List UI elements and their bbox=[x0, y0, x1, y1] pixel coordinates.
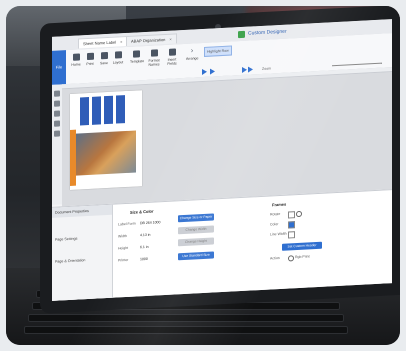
close-icon[interactable]: × bbox=[120, 39, 122, 44]
pointer-icon[interactable] bbox=[54, 90, 60, 97]
label-design[interactable] bbox=[70, 90, 142, 190]
play-icon[interactable] bbox=[242, 66, 247, 73]
width-label: Width bbox=[118, 233, 127, 239]
label-photo[interactable] bbox=[76, 130, 136, 176]
home-label: Home bbox=[71, 62, 81, 67]
change-size-button[interactable]: Change Size or Paper bbox=[178, 213, 214, 223]
rotate-option[interactable] bbox=[288, 211, 295, 219]
photo-background: Sheet Name Label × ABAP Organization × Cus… bbox=[6, 6, 400, 345]
app-title: Custom Designer bbox=[248, 28, 287, 37]
home-icon bbox=[72, 53, 80, 61]
label-text-block[interactable] bbox=[92, 96, 101, 125]
keyboard-row bbox=[24, 326, 348, 334]
layout-icon bbox=[114, 51, 122, 59]
save-label: Save bbox=[100, 60, 108, 66]
template-icon bbox=[132, 50, 140, 58]
text-icon[interactable] bbox=[54, 100, 60, 107]
insert-fields-button[interactable]: Insert Fields bbox=[166, 48, 178, 66]
app-logo-icon bbox=[238, 30, 245, 39]
rgb-print-label: Rgb Print bbox=[295, 254, 310, 260]
play-icon[interactable] bbox=[202, 68, 207, 76]
play-icon[interactable] bbox=[248, 66, 253, 73]
color-label: Color bbox=[270, 222, 279, 227]
label-form-label: Label Form bbox=[118, 221, 136, 227]
shape-icon[interactable] bbox=[54, 130, 60, 137]
arrange-label: Arrange bbox=[186, 56, 199, 61]
format-names-button[interactable]: Format Names bbox=[148, 49, 160, 67]
layout-label: Layout bbox=[112, 60, 124, 65]
chevron-right-icon: › bbox=[190, 47, 194, 55]
format-icon bbox=[150, 49, 158, 57]
arrange-button[interactable]: › Arrange bbox=[186, 47, 198, 61]
line-width-label: Line Width bbox=[270, 231, 287, 237]
use-standard-size-button[interactable]: Use Standard Size bbox=[178, 251, 214, 261]
sidebar-title: Document Properties bbox=[52, 204, 112, 218]
properties-panel: Document Properties Page Settings Page &… bbox=[52, 189, 392, 301]
label-text-block[interactable] bbox=[104, 95, 113, 125]
printer-label: Printer bbox=[118, 257, 129, 263]
image-icon[interactable] bbox=[54, 120, 60, 127]
label-form-value[interactable]: DB 264 1000 bbox=[140, 220, 160, 225]
design-canvas[interactable] bbox=[62, 67, 392, 207]
tab-label: ABAP Organization bbox=[131, 36, 166, 44]
highlight-row-button[interactable]: Highlight Row bbox=[204, 45, 232, 57]
change-height-button[interactable]: Change Height bbox=[178, 237, 214, 247]
print-button[interactable]: Print bbox=[84, 52, 96, 67]
height-value[interactable]: 6.1 in bbox=[140, 245, 149, 249]
label-text-block[interactable] bbox=[116, 95, 125, 124]
play-icon[interactable] bbox=[210, 68, 215, 75]
frames-section-title: Frames bbox=[272, 201, 287, 208]
printer-icon bbox=[86, 52, 94, 61]
sidebar-item-page-settings[interactable]: Page Settings bbox=[55, 237, 77, 242]
template-button[interactable]: Template bbox=[130, 50, 145, 64]
template-label: Template bbox=[130, 59, 145, 64]
file-menu-button[interactable]: File bbox=[52, 50, 66, 85]
barcode-icon[interactable] bbox=[54, 110, 60, 117]
highlight-label: Highlight Row bbox=[207, 48, 229, 54]
action-label: Action bbox=[270, 255, 280, 261]
rgb-print-radio[interactable] bbox=[288, 255, 294, 262]
line-width-select[interactable] bbox=[288, 231, 295, 239]
format-names-label: Format Names bbox=[148, 58, 160, 67]
save-icon bbox=[100, 52, 108, 60]
zoom-label: Zoom bbox=[262, 66, 271, 71]
insert-icon bbox=[168, 48, 176, 56]
print-label: Print bbox=[86, 61, 94, 67]
insert-fields-label: Insert Fields bbox=[167, 57, 177, 66]
color-swatch[interactable] bbox=[288, 221, 295, 229]
home-button[interactable]: Home bbox=[70, 53, 82, 67]
save-button[interactable]: Save bbox=[98, 52, 110, 66]
properties-sidebar: Document Properties Page Settings Page &… bbox=[52, 204, 113, 301]
sidebar-item-page-orientation[interactable]: Page & Orientation bbox=[55, 258, 85, 264]
height-label: Height bbox=[118, 245, 129, 251]
layout-button[interactable]: Layout bbox=[112, 51, 124, 65]
section-title: Size & Color bbox=[130, 208, 154, 215]
laptop-screen: Sheet Name Label × ABAP Organization × Cus… bbox=[52, 19, 392, 301]
printer-value[interactable]: 1000 bbox=[140, 257, 148, 261]
keyboard-row bbox=[28, 314, 344, 322]
rotate-radio[interactable] bbox=[296, 210, 302, 218]
rotate-label: Rotate bbox=[270, 211, 281, 217]
change-width-button[interactable]: Change Width bbox=[178, 225, 214, 235]
width-value[interactable]: 4.13 in bbox=[140, 233, 151, 238]
set-custom-header-button[interactable]: Set Custom Header bbox=[282, 241, 322, 251]
tab-label: Sheet Name Label bbox=[83, 39, 117, 47]
label-text-block[interactable] bbox=[80, 96, 89, 126]
close-icon[interactable]: × bbox=[169, 37, 171, 42]
zoom-slider[interactable] bbox=[332, 62, 382, 67]
